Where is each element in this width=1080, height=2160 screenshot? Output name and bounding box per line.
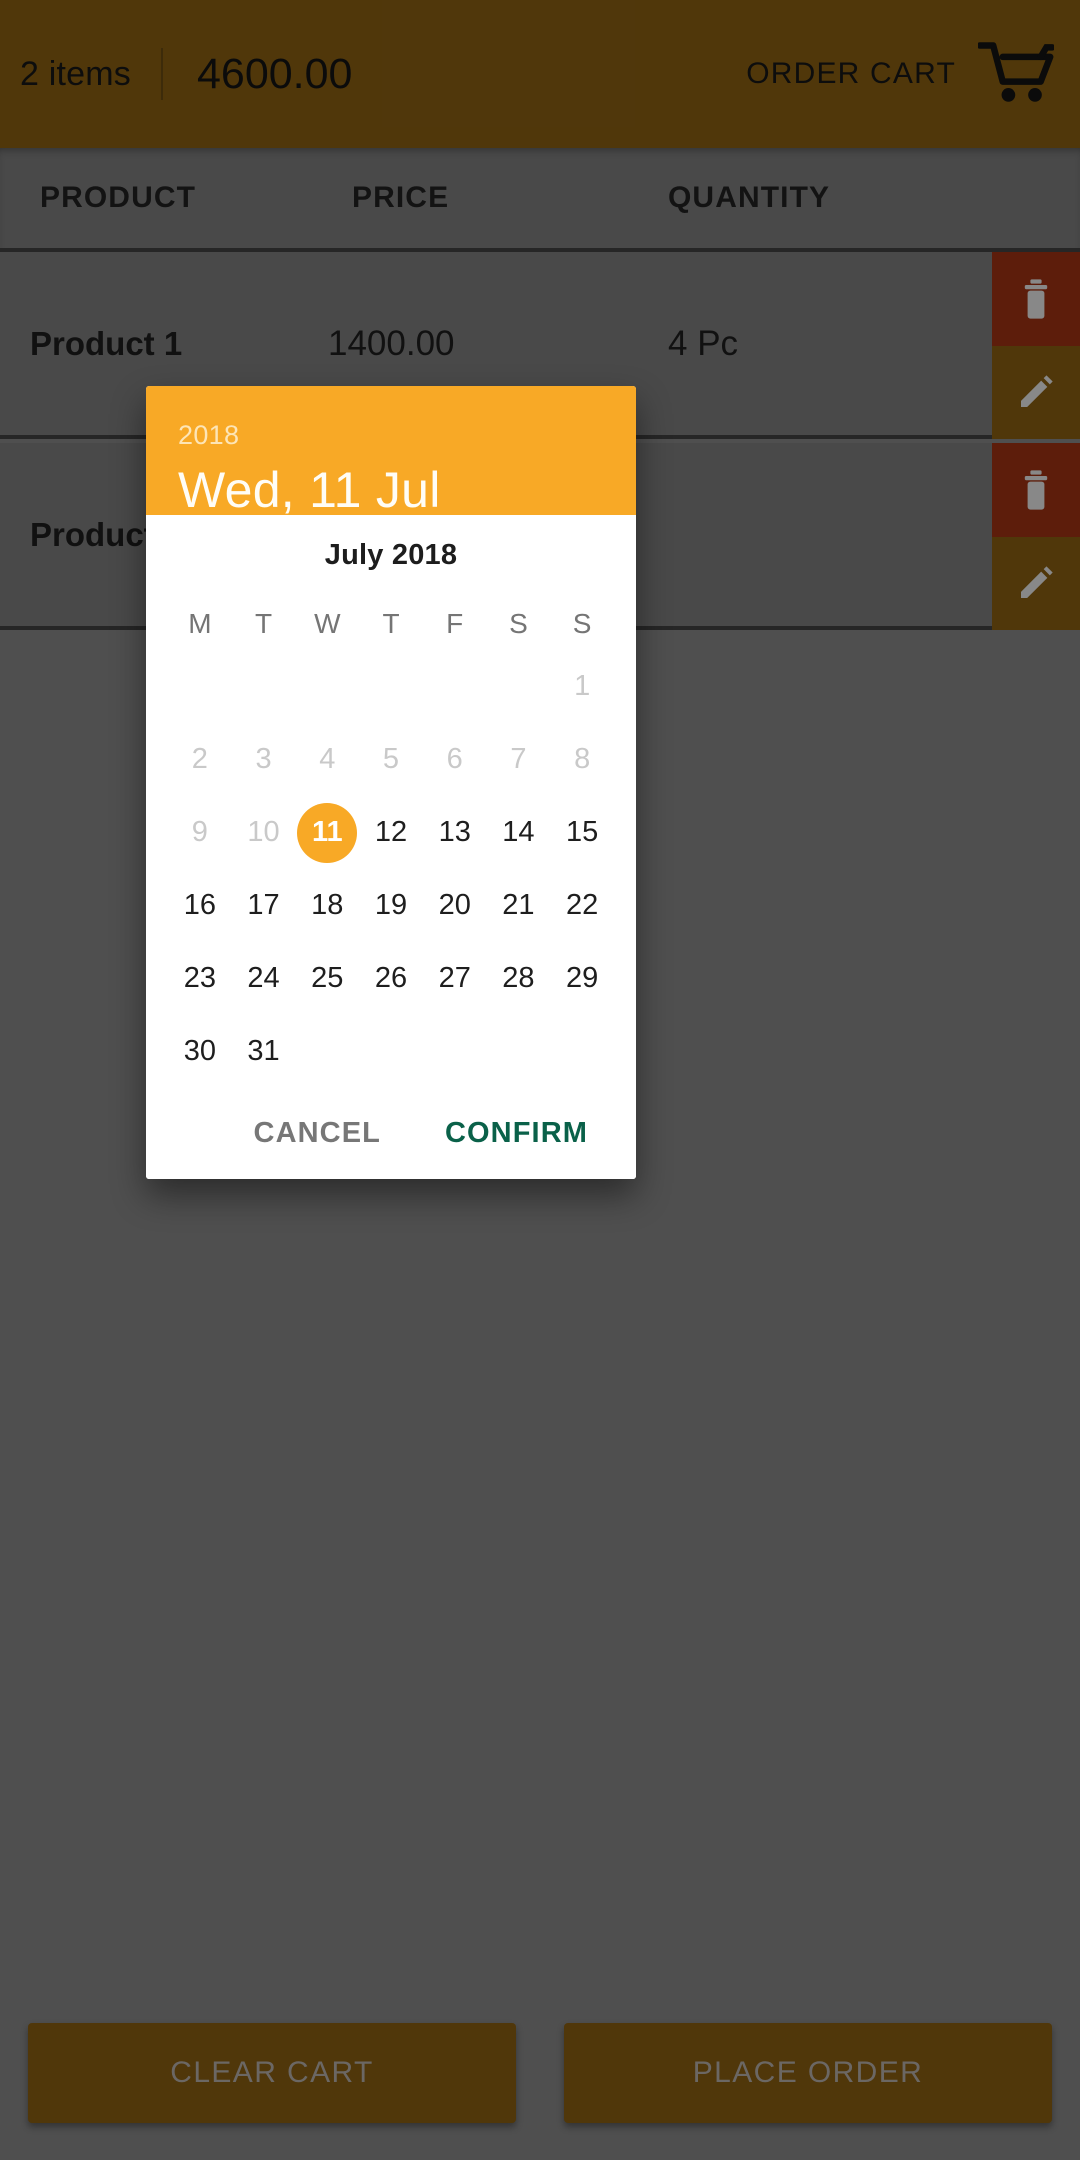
calendar-day-label: 22 xyxy=(566,889,599,922)
calendar-day-30[interactable]: 30 xyxy=(168,1015,232,1088)
cancel-button[interactable]: CANCEL xyxy=(236,1103,399,1164)
calendar-day-label: 23 xyxy=(183,962,216,995)
calendar-day-17[interactable]: 17 xyxy=(232,869,296,942)
calendar-weekday-5: S xyxy=(509,608,528,640)
calendar-day-label: 20 xyxy=(438,889,471,922)
calendar-blank-cell xyxy=(232,650,296,723)
calendar-day-29[interactable]: 29 xyxy=(550,942,614,1015)
calendar-day-label: 12 xyxy=(374,816,408,849)
calendar-day-label: 14 xyxy=(502,816,535,849)
calendar-day-label: 4 xyxy=(319,743,336,776)
app-screen: 2 items 4600.00 ORDER CART PRODUCT PRICE… xyxy=(0,0,1080,2160)
calendar-day-11[interactable]: 11 xyxy=(295,796,359,869)
calendar-day-5: 5 xyxy=(359,723,423,796)
calendar-day-2: 2 xyxy=(168,723,232,796)
calendar-day-10: 10 xyxy=(232,796,296,869)
calendar-weekday-2: W xyxy=(314,608,341,640)
calendar-weekday-0: M xyxy=(188,608,212,640)
calendar-day-label: 29 xyxy=(566,962,599,995)
selected-year[interactable]: 2018 xyxy=(178,422,604,449)
calendar-day-28[interactable]: 28 xyxy=(487,942,551,1015)
calendar-day-label: 5 xyxy=(382,743,400,776)
calendar-day-label: 24 xyxy=(247,962,280,995)
calendar-weekday-1: T xyxy=(255,608,273,640)
calendar-day-label: 18 xyxy=(311,889,344,922)
calendar-weekday-row: MTWTFSS xyxy=(168,598,614,650)
calendar-day-21[interactable]: 21 xyxy=(487,869,551,942)
date-picker-dialog: 2018 Wed, 11 Jul July 2018 MTWTFSS 12345… xyxy=(146,386,636,1179)
calendar-month-title: July 2018 xyxy=(324,539,458,572)
calendar-day-31[interactable]: 31 xyxy=(232,1015,296,1088)
calendar-day-label: 2 xyxy=(191,743,208,776)
calendar-weekday-3: T xyxy=(382,608,400,640)
calendar-day-label: 13 xyxy=(438,816,471,849)
date-picker-actions: CANCEL CONFIRM xyxy=(146,1088,636,1179)
calendar-day-label: 17 xyxy=(247,889,280,922)
calendar-day-label: 15 xyxy=(566,816,599,849)
calendar-day-label: 26 xyxy=(374,962,408,995)
calendar-day-label: 10 xyxy=(247,816,280,849)
calendar-day-16[interactable]: 16 xyxy=(168,869,232,942)
confirm-button[interactable]: CONFIRM xyxy=(427,1103,606,1164)
calendar-day-19[interactable]: 19 xyxy=(359,869,423,942)
calendar-day-label: 9 xyxy=(191,816,208,849)
calendar-day-label: 8 xyxy=(574,743,591,776)
calendar-blank-cell xyxy=(168,650,232,723)
calendar-day-20[interactable]: 20 xyxy=(423,869,487,942)
calendar-blank-cell xyxy=(295,650,359,723)
date-picker-body: July 2018 MTWTFSS 1 2 3 4 5 6 7 8 9 10 11 12 13 14 15 1… xyxy=(146,515,636,1089)
calendar-day-15[interactable]: 15 xyxy=(550,796,614,869)
calendar-day-18[interactable]: 18 xyxy=(295,869,359,942)
calendar-day-22[interactable]: 22 xyxy=(550,869,614,942)
calendar-blank-cell xyxy=(423,650,487,723)
calendar-day-label: 16 xyxy=(183,889,216,922)
calendar-day-4: 4 xyxy=(295,723,359,796)
calendar-day-label: 27 xyxy=(438,962,471,995)
calendar-day-label: 21 xyxy=(502,889,535,922)
date-picker-header: 2018 Wed, 11 Jul xyxy=(146,386,636,516)
calendar-day-8: 8 xyxy=(550,723,614,796)
calendar-day-6: 6 xyxy=(423,723,487,796)
calendar-day-label: 3 xyxy=(255,743,272,776)
calendar-weekday-6: S xyxy=(572,608,592,640)
calendar-day-label: 11 xyxy=(311,816,343,849)
calendar-day-label: 28 xyxy=(502,962,535,995)
calendar-day-label: 19 xyxy=(374,889,408,922)
calendar-day-label: 25 xyxy=(311,962,344,995)
calendar-day-label: 6 xyxy=(446,743,463,776)
calendar-day-9: 9 xyxy=(168,796,232,869)
calendar-day-1: 1 xyxy=(550,650,614,723)
calendar-blank-cell xyxy=(487,650,551,723)
calendar-day-7: 7 xyxy=(487,723,551,796)
calendar-day-27[interactable]: 27 xyxy=(423,942,487,1015)
calendar-day-label: 1 xyxy=(574,670,591,703)
calendar-day-14[interactable]: 14 xyxy=(487,796,551,869)
calendar-blank-cell xyxy=(359,650,423,723)
calendar-day-3: 3 xyxy=(232,723,296,796)
calendar-day-label: 7 xyxy=(510,743,527,776)
calendar-day-25[interactable]: 25 xyxy=(295,942,359,1015)
calendar-day-26[interactable]: 26 xyxy=(359,942,423,1015)
calendar-day-13[interactable]: 13 xyxy=(423,796,487,869)
calendar-day-24[interactable]: 24 xyxy=(232,942,296,1015)
calendar-day-label: 31 xyxy=(247,1035,280,1068)
calendar-day-12[interactable]: 12 xyxy=(359,796,423,869)
calendar-weekday-4: F xyxy=(446,608,464,640)
calendar-day-grid: 1 2 3 4 5 6 7 8 9 10 11 12 13 14 15 16 17 18 19 20 21 22 23 24 2… xyxy=(168,650,614,1088)
calendar-day-23[interactable]: 23 xyxy=(168,942,232,1015)
calendar-day-label: 30 xyxy=(183,1035,216,1068)
selected-date[interactable]: Wed, 11 Jul xyxy=(178,465,604,515)
